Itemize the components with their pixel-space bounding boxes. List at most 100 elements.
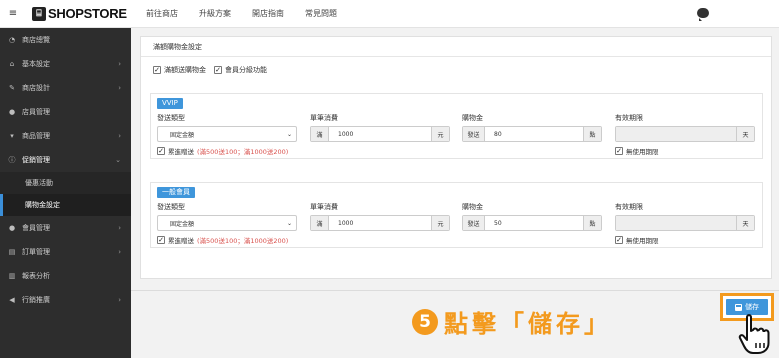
send-type-select[interactable]: 固定金額 ⌄ (157, 126, 297, 142)
field-label-spend: 單筆消費 (310, 114, 338, 122)
logo-text: SHOPSTORE (48, 6, 127, 21)
input-suffix: 點 (583, 216, 601, 230)
input-suffix: 天 (736, 216, 754, 230)
spend-input[interactable]: 1000 (329, 216, 431, 230)
checkbox-icon[interactable]: ✓ (615, 236, 623, 244)
info-icon: ⓘ (8, 156, 16, 164)
field-label-credit: 購物金 (462, 203, 483, 211)
sidebar-item-promotions[interactable]: ⓘ 促銷管理 ⌄ (0, 148, 131, 172)
menu-icon[interactable]: ≡ (0, 8, 26, 19)
field-label-expiry: 有效期限 (615, 114, 643, 122)
tier-card-vvip: VVIP 發送類型 固定金額 ⌄ 單筆消費 滿 1000 元 購物金 發送 80 點 有效… (150, 93, 763, 159)
chat-bubble-icon[interactable] (697, 8, 709, 21)
tier-badge: 一般會員 (157, 187, 195, 198)
checkbox-icon[interactable]: ✓ (214, 66, 222, 74)
sidebar-item-marketing[interactable]: ◀ 行銷推廣 › (0, 288, 131, 312)
panel-title: 滿額購物金設定 (141, 37, 771, 57)
cart-icon: ▾ (10, 132, 14, 140)
input-prefix: 滿 (311, 216, 329, 230)
save-button-label: 儲存 (745, 303, 759, 311)
sidebar-subitem-credit-settings[interactable]: 購物金設定 (0, 194, 131, 216)
spend-input[interactable]: 1000 (329, 127, 431, 141)
checkbox-label: 無使用期限 (626, 237, 659, 245)
cumulative-checkbox[interactable]: ✓ 累進贈送 (滿500送100；滿1000送200) (157, 235, 288, 245)
sidebar: ◔ 商店總覽 ⌂ 基本設定 › ✎ 商店設計 › ● 店員管理 ▾ 商品管理 › ⓘ 促銷管理 ⌄ … (0, 28, 131, 358)
checkbox-label: 無使用期限 (626, 148, 659, 156)
field-label-type: 發送類型 (157, 203, 185, 211)
credit-input[interactable]: 50 (485, 216, 583, 230)
nav-faq[interactable]: 常見問題 (305, 8, 337, 19)
sidebar-item-label: 商品管理 (22, 132, 50, 140)
member-tier-checkbox[interactable]: ✓ 會員分級功能 (214, 65, 267, 75)
sidebar-item-label: 訂單管理 (22, 248, 50, 256)
checkbox-icon[interactable]: ✓ (615, 147, 623, 155)
nav-upgrade-plan[interactable]: 升級方案 (199, 8, 231, 19)
dashboard-icon: ◔ (8, 36, 16, 44)
nav-store-guide[interactable]: 開店指南 (252, 8, 284, 19)
cumulative-checkbox[interactable]: ✓ 累進贈送 (滿500送100；滿1000送200) (157, 146, 288, 156)
chevron-right-icon: › (118, 296, 121, 304)
chevron-right-icon: › (118, 84, 121, 92)
pen-icon: ✎ (9, 84, 15, 92)
sidebar-item-store-overview[interactable]: ◔ 商店總覽 (0, 28, 131, 52)
sidebar-item-label: 商店總覽 (22, 36, 50, 44)
pointer-hand-icon (738, 314, 770, 354)
sidebar-item-label: 會員管理 (22, 224, 50, 232)
tier-card-regular: 一般會員 發送類型 固定金額 ⌄ 單筆消費 滿 1000 元 購物金 發送 50 點 有效… (150, 182, 763, 248)
input-suffix: 點 (583, 127, 601, 141)
checkbox-label: 累進贈送 (168, 237, 194, 245)
sidebar-item-orders[interactable]: ▤ 訂單管理 › (0, 240, 131, 264)
megaphone-icon: ◀ (9, 296, 15, 304)
floppy-disk-icon (735, 303, 742, 311)
credit-input[interactable]: 80 (485, 127, 583, 141)
sidebar-subitem-offers[interactable]: 優惠活動 (0, 172, 131, 194)
checkbox-icon[interactable]: ✓ (153, 66, 161, 74)
users-icon: ● (8, 224, 16, 232)
chevron-right-icon: › (118, 224, 121, 232)
send-type-select[interactable]: 固定金額 ⌄ (157, 215, 297, 231)
sidebar-item-products[interactable]: ▾ 商品管理 › (0, 124, 131, 148)
field-label-expiry: 有效期限 (615, 203, 643, 211)
step-instruction: 點擊「儲存」 (444, 310, 612, 338)
tier-badge: VVIP (157, 98, 183, 109)
sidebar-item-members[interactable]: ● 會員管理 › (0, 216, 131, 240)
spend-input-group: 滿 1000 元 (310, 126, 450, 142)
select-value: 固定金額 (170, 131, 195, 139)
chevron-right-icon: › (118, 248, 121, 256)
credit-input-group: 發送 50 點 (462, 215, 602, 231)
sidebar-item-staff[interactable]: ● 店員管理 (0, 100, 131, 124)
nav-go-to-store[interactable]: 前往商店 (146, 8, 178, 19)
checkbox-icon[interactable]: ✓ (157, 147, 165, 155)
input-suffix: 元 (431, 127, 449, 141)
sidebar-subitem-label: 購物金設定 (25, 201, 60, 209)
sidebar-item-label: 促銷管理 (22, 156, 50, 164)
chevron-right-icon: › (118, 132, 121, 140)
sidebar-item-label: 行銷推廣 (22, 296, 50, 304)
no-expiry-checkbox[interactable]: ✓ 無使用期限 (615, 235, 659, 245)
no-expiry-checkbox[interactable]: ✓ 無使用期限 (615, 146, 659, 156)
sidebar-item-store-design[interactable]: ✎ 商店設計 › (0, 76, 131, 100)
checkbox-icon[interactable]: ✓ (157, 236, 165, 244)
field-label-type: 發送類型 (157, 114, 185, 122)
select-value: 固定金額 (170, 220, 195, 228)
step-number-badge: 5 (412, 308, 438, 335)
enable-credit-checkbox[interactable]: ✓ 滿額送購物金 (153, 65, 206, 75)
sidebar-item-label: 基本設定 (22, 60, 50, 68)
footer-divider (131, 290, 779, 291)
checkbox-label: 累進贈送 (168, 148, 194, 156)
chevron-down-icon: ⌄ (286, 130, 292, 138)
step-annotation: 5 點擊「儲存」 (412, 304, 612, 339)
expiry-input[interactable] (616, 127, 736, 141)
logo[interactable]: ⌸ SHOPSTORE (32, 6, 142, 21)
sidebar-item-label: 店員管理 (22, 108, 50, 116)
input-prefix: 滿 (311, 127, 329, 141)
field-label-credit: 購物金 (462, 114, 483, 122)
sidebar-item-reports[interactable]: ▥ 報表分析 (0, 264, 131, 288)
cumulative-note: (滿500送100；滿1000送200) (197, 148, 289, 156)
sidebar-item-basic-settings[interactable]: ⌂ 基本設定 › (0, 52, 131, 76)
sidebar-item-label: 報表分析 (22, 272, 50, 280)
sidebar-item-label: 商店設計 (22, 84, 50, 92)
expiry-input-group: 天 (615, 215, 755, 231)
expiry-input[interactable] (616, 216, 736, 230)
spend-input-group: 滿 1000 元 (310, 215, 450, 231)
